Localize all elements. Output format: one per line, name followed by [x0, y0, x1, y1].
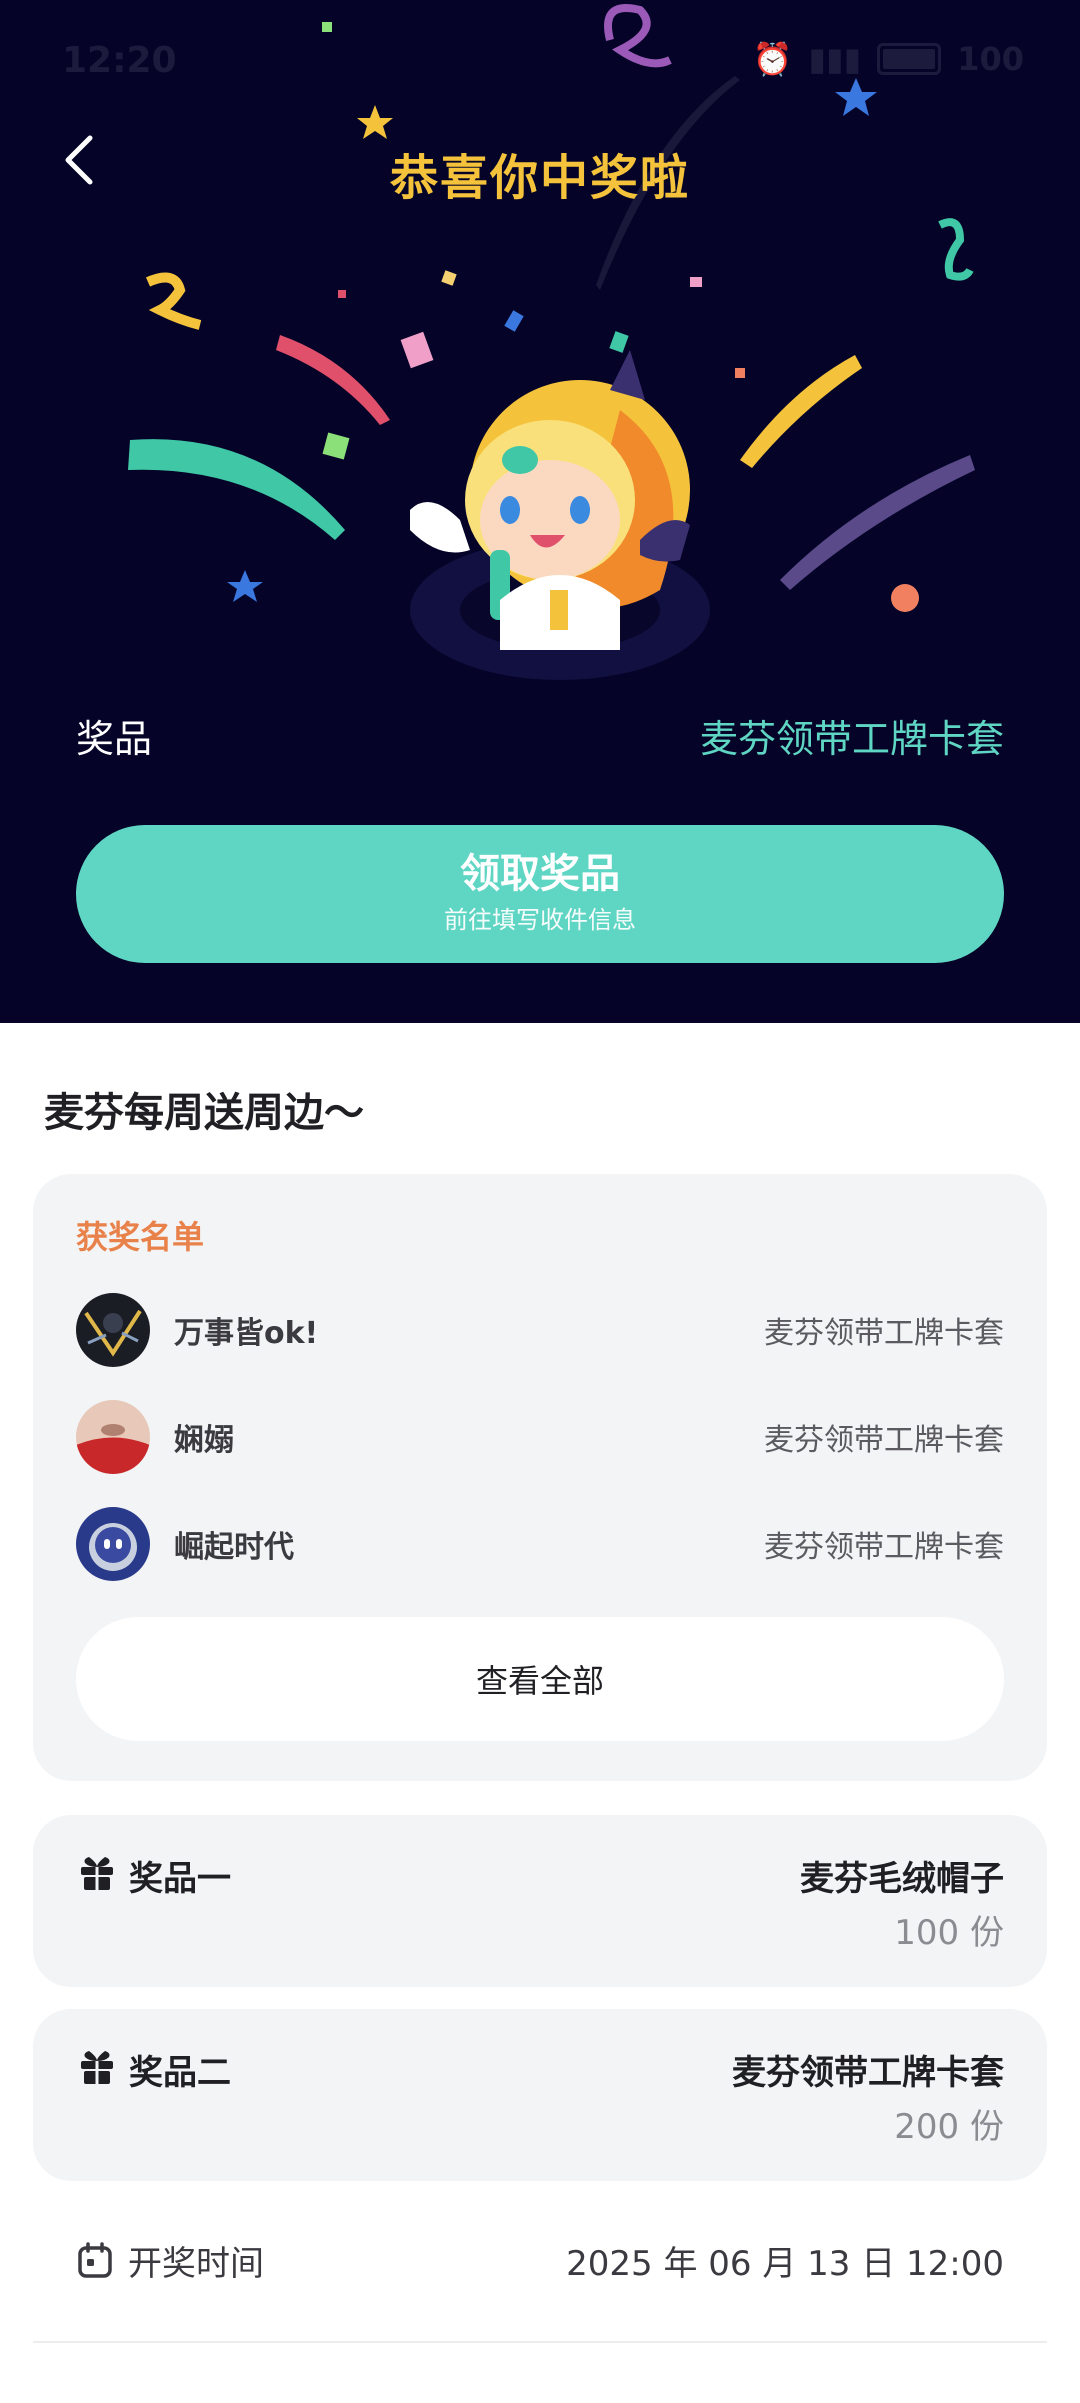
- prize-label: 奖品: [76, 716, 153, 761]
- prize-item: 麦芬毛绒帽子: [800, 1859, 1004, 1899]
- battery-icon: [877, 43, 942, 75]
- winner-name: 万事皆ok!: [174, 1316, 319, 1351]
- alarm-icon: ⏰: [752, 40, 793, 78]
- winner-row[interactable]: 万事皆ok! 麦芬领带工牌卡套: [76, 1292, 1004, 1368]
- prize-card: 奖品一 麦芬毛绒帽子 100 份: [33, 1815, 1047, 1987]
- gift-icon: [81, 2051, 113, 2084]
- winner-row[interactable]: 娴嫋 麦芬领带工牌卡套: [76, 1399, 1004, 1475]
- claim-button-title: 领取奖品: [460, 852, 620, 896]
- status-time: 12:20: [62, 40, 177, 81]
- prize-name: 奖品一: [129, 1859, 231, 1899]
- prize-quantity: 200 份: [894, 2107, 1004, 2147]
- winner-prize: 麦芬领带工牌卡套: [764, 1530, 1004, 1565]
- page-title: 恭喜你中奖啦: [389, 150, 690, 206]
- winner-prize: 麦芬领带工牌卡套: [764, 1316, 1004, 1351]
- prize-card: 奖品二 麦芬领带工牌卡套 200 份: [33, 2009, 1047, 2181]
- prize-item: 麦芬领带工牌卡套: [732, 2053, 1004, 2093]
- avatar: [76, 1507, 150, 1581]
- avatar: [76, 1400, 150, 1474]
- status-bar: 12:20 ⏰ ▮▮▮ 100: [0, 0, 1080, 120]
- hero-section: 12:20 ⏰ ▮▮▮ 100 恭喜你中奖啦 奖品 麦芬领带工牌卡套 领取奖品 …: [0, 0, 1080, 1023]
- signal-icon: ▮▮▮: [808, 40, 862, 78]
- draw-time-value: 2025 年 06 月 13 日 12:00: [566, 2243, 1004, 2284]
- winners-card: 获奖名单 万事皆ok! 麦芬领带工牌卡套 娴嫋 麦芬领带工牌卡套 崛起时代 麦芬…: [33, 1174, 1047, 1781]
- claim-prize-button[interactable]: 领取奖品 前往填写收件信息: [76, 825, 1004, 963]
- winner-name: 崛起时代: [174, 1530, 294, 1565]
- winner-row[interactable]: 崛起时代 麦芬领带工牌卡套: [76, 1506, 1004, 1582]
- winners-heading: 获奖名单: [76, 1218, 205, 1256]
- claim-button-subtitle: 前往填写收件信息: [444, 907, 636, 934]
- winner-prize: 麦芬领带工牌卡套: [764, 1423, 1004, 1458]
- battery-level: 100: [957, 40, 1024, 78]
- section-title: 麦芬每周送周边～: [44, 1090, 364, 1136]
- divider: [33, 2341, 1047, 2343]
- status-icons: ⏰ ▮▮▮ 100: [753, 40, 1024, 78]
- winner-name: 娴嫋: [174, 1423, 234, 1458]
- calendar-icon: [78, 2242, 112, 2278]
- won-prize-row: 奖品 麦芬领带工牌卡套: [76, 705, 1004, 765]
- draw-time-label: 开奖时间: [128, 2243, 264, 2284]
- mascot-illustration: [410, 350, 710, 680]
- gift-icon: [81, 1857, 113, 1890]
- prize-name: 奖品二: [129, 2053, 231, 2093]
- prize-quantity: 100 份: [894, 1913, 1004, 1953]
- prize-value: 麦芬领带工牌卡套: [699, 716, 1004, 761]
- avatar: [76, 1293, 150, 1367]
- view-all-button[interactable]: 查看全部: [76, 1617, 1004, 1741]
- draw-time-row: 开奖时间 2025 年 06 月 13 日 12:00: [76, 2230, 1004, 2290]
